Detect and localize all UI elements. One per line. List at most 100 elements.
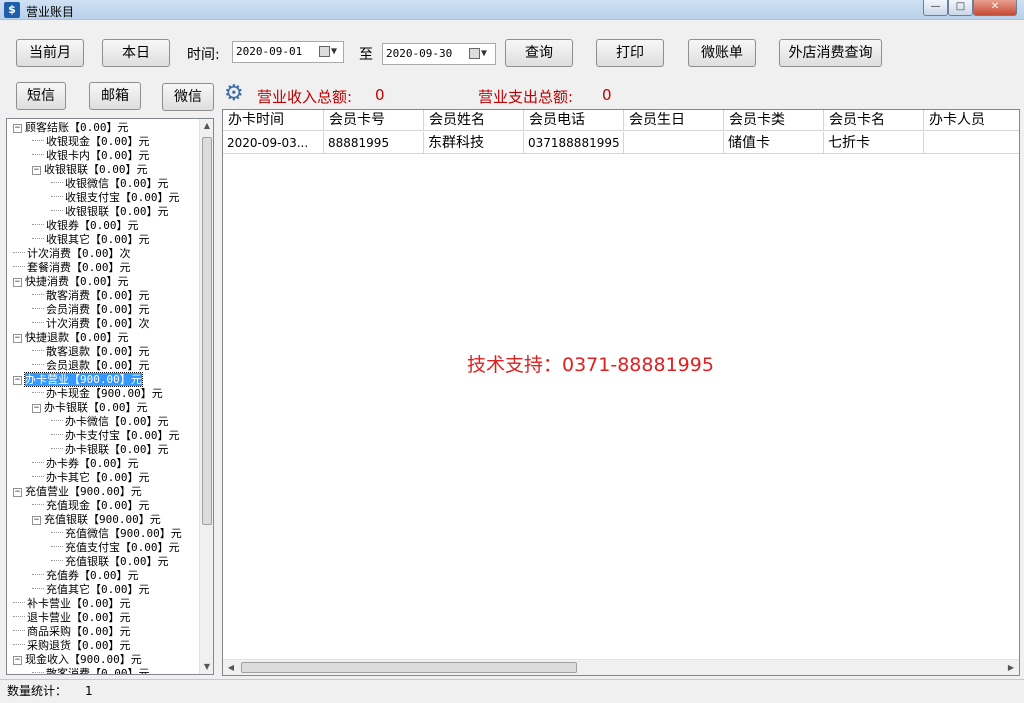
grid-horizontal-scrollbar[interactable]: ◀ ▶ — [223, 659, 1019, 675]
table-cell[interactable]: 88881995 — [324, 132, 424, 154]
current-month-button[interactable]: 当前月 — [16, 39, 84, 67]
tree-item[interactable]: 充值银联【0.00】元 — [51, 555, 169, 569]
tree-item[interactable]: 收银银联【0.00】元 — [51, 205, 169, 219]
tree-connector — [32, 154, 44, 155]
tree-item[interactable]: 收银卡内【0.00】元 — [32, 149, 150, 163]
scroll-left-icon[interactable]: ◀ — [223, 660, 239, 675]
tree-item[interactable]: 计次消费【0.00】次 — [13, 247, 131, 261]
tree-item[interactable]: 收银微信【0.00】元 — [51, 177, 169, 191]
tree-item[interactable]: 充值券【0.00】元 — [32, 569, 139, 583]
table-cell[interactable] — [624, 132, 724, 154]
table-cell[interactable]: 东群科技 — [424, 132, 524, 154]
tree-item[interactable]: 充值微信【900.00】元 — [51, 527, 182, 541]
tree-item[interactable]: 退卡营业【0.00】元 — [13, 611, 131, 625]
table-cell[interactable]: 储值卡 — [724, 132, 824, 154]
tree-item[interactable]: 办卡支付宝【0.00】元 — [51, 429, 180, 443]
tree-item[interactable]: 收银现金【0.00】元 — [32, 135, 150, 149]
tree-item[interactable]: − 充值营业【900.00】元 — [13, 485, 142, 499]
tree-item[interactable]: 收银支付宝【0.00】元 — [51, 191, 180, 205]
tree-item[interactable]: 充值其它【0.00】元 — [32, 583, 150, 597]
column-header[interactable]: 办卡人员 — [924, 110, 1019, 131]
scroll-down-icon[interactable]: ▼ — [200, 660, 213, 674]
tree-item[interactable]: 办卡其它【0.00】元 — [32, 471, 150, 485]
column-header[interactable]: 会员卡名 — [824, 110, 924, 131]
this-day-button[interactable]: 本日 — [102, 39, 170, 67]
tree-item[interactable]: − 办卡银联【0.00】元 — [32, 401, 148, 415]
column-header[interactable]: 会员生日 — [624, 110, 724, 131]
tree-collapse-icon[interactable]: − — [13, 278, 22, 287]
tree-item[interactable]: − 快捷消费【0.00】元 — [13, 275, 129, 289]
tree-collapse-icon[interactable]: − — [13, 656, 22, 665]
close-button[interactable]: ✕ — [973, 0, 1017, 16]
tree-item[interactable]: − 办卡营业【900.00】元 — [13, 372, 143, 387]
scroll-up-icon[interactable]: ▲ — [200, 119, 213, 133]
tree-collapse-icon[interactable]: − — [32, 404, 41, 413]
tree-item[interactable]: 商品采购【0.00】元 — [13, 625, 131, 639]
micro-bill-button[interactable]: 微账单 — [688, 39, 756, 67]
tree-item[interactable]: 办卡银联【0.00】元 — [51, 443, 169, 457]
grid-scroll-thumb[interactable] — [241, 662, 577, 673]
tree-collapse-icon[interactable]: − — [13, 376, 22, 385]
tree-collapse-icon[interactable]: − — [13, 488, 22, 497]
tree-scroll-thumb[interactable] — [202, 137, 212, 525]
table-cell[interactable]: 2020-09-03... — [223, 132, 324, 154]
sms-button[interactable]: 短信 — [16, 82, 66, 110]
tree-item[interactable]: 散客消费【0.00】元 — [32, 667, 150, 674]
date-from-input[interactable]: 2020-09-01 ▼ — [232, 41, 344, 63]
tree-item[interactable]: 会员退款【0.00】元 — [32, 359, 150, 373]
tree-connector — [51, 532, 63, 533]
mail-button[interactable]: 邮箱 — [89, 82, 141, 110]
table-cell[interactable]: 037188881995 — [524, 132, 624, 154]
print-button[interactable]: 打印 — [596, 39, 664, 67]
minimize-button[interactable]: — — [923, 0, 948, 16]
tree-collapse-icon[interactable]: − — [13, 334, 22, 343]
tree-item[interactable]: 套餐消费【0.00】元 — [13, 261, 131, 275]
tree-vertical-scrollbar[interactable]: ▲ ▼ — [199, 119, 213, 674]
tree-item[interactable]: − 充值银联【900.00】元 — [32, 513, 161, 527]
tree-connector — [13, 252, 25, 253]
tree-collapse-icon[interactable]: − — [32, 516, 41, 525]
tree-item-label: 计次消费【0.00】次 — [27, 247, 131, 260]
tree-item[interactable]: 办卡微信【0.00】元 — [51, 415, 169, 429]
tree-item-label: 收银银联【0.00】元 — [44, 163, 148, 176]
wechat-button[interactable]: 微信 — [162, 83, 214, 111]
tree-item[interactable]: − 顾客结账【0.00】元 — [13, 121, 129, 135]
column-header[interactable]: 会员卡类 — [724, 110, 824, 131]
tree-item[interactable]: 采购退货【0.00】元 — [13, 639, 131, 653]
tree-item[interactable]: 会员消费【0.00】元 — [32, 303, 150, 317]
tree-item[interactable]: 散客消费【0.00】元 — [32, 289, 150, 303]
table-cell[interactable]: 七折卡 — [824, 132, 924, 154]
count-label: 数量统计： — [7, 684, 68, 698]
tree-item[interactable]: − 快捷退款【0.00】元 — [13, 331, 129, 345]
column-header[interactable]: 会员卡号 — [324, 110, 424, 131]
tree-item[interactable]: 办卡现金【900.00】元 — [32, 387, 163, 401]
column-header[interactable]: 会员姓名 — [424, 110, 524, 131]
tree-item[interactable]: − 现金收入【900.00】元 — [13, 653, 142, 667]
table-cell[interactable] — [924, 132, 1019, 154]
gear-icon[interactable]: ⚙ — [224, 83, 246, 105]
maximize-button[interactable]: □ — [948, 0, 973, 16]
column-header[interactable]: 会员电话 — [524, 110, 624, 131]
tree-item-label: 办卡现金【900.00】元 — [46, 387, 163, 400]
tree-item[interactable]: 办卡券【0.00】元 — [32, 457, 139, 471]
tree-collapse-icon[interactable]: − — [32, 166, 41, 175]
date-from-picker-icon[interactable]: ▼ — [319, 45, 345, 59]
tree-item[interactable]: 收银券【0.00】元 — [32, 219, 139, 233]
column-header[interactable]: 办卡时间 — [223, 110, 324, 131]
tree-collapse-icon[interactable]: − — [13, 124, 22, 133]
tree-item[interactable]: 收银其它【0.00】元 — [32, 233, 150, 247]
tree-item[interactable]: 补卡营业【0.00】元 — [13, 597, 131, 611]
tree-item[interactable]: 计次消费【0.00】次 — [32, 317, 150, 331]
category-tree[interactable]: − 顾客结账【0.00】元 收银现金【0.00】元 收银卡内【0.00】元 − 收银银联【… — [6, 118, 214, 675]
tree-item[interactable]: 散客退款【0.00】元 — [32, 345, 150, 359]
query-button[interactable]: 查询 — [505, 39, 573, 67]
tree-item[interactable]: 充值支付宝【0.00】元 — [51, 541, 180, 555]
records-grid[interactable]: 办卡时间 会员卡号 会员姓名 会员电话 会员生日 会员卡类 会员卡名 办卡人员 2020-09… — [222, 109, 1020, 676]
tree-item-label: 办卡微信【0.00】元 — [65, 415, 169, 428]
outside-consumption-query-button[interactable]: 外店消费查询 — [779, 39, 882, 67]
date-to-input[interactable]: 2020-09-30 ▼ — [382, 43, 496, 65]
tree-item[interactable]: 充值现金【0.00】元 — [32, 499, 150, 513]
tree-item[interactable]: − 收银银联【0.00】元 — [32, 163, 148, 177]
date-to-picker-icon[interactable]: ▼ — [469, 47, 495, 61]
scroll-right-icon[interactable]: ▶ — [1003, 660, 1019, 675]
